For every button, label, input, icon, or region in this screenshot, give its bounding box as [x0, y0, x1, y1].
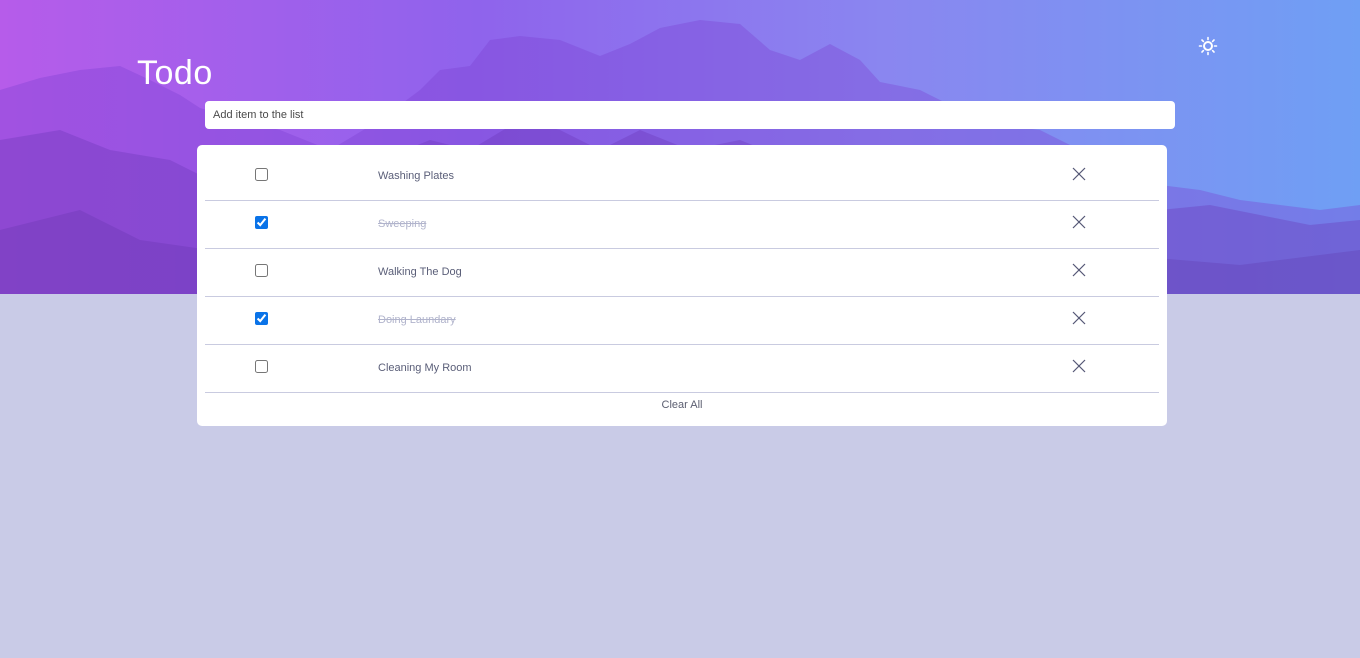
- todo-checkbox[interactable]: [255, 264, 268, 277]
- todo-item: Cleaning My Room: [205, 345, 1159, 393]
- delete-todo-button[interactable]: [1072, 215, 1086, 229]
- todo-item: Doing Laundary: [205, 297, 1159, 345]
- todo-label: Doing Laundary: [378, 314, 456, 326]
- todo-label: Cleaning My Room: [378, 362, 472, 374]
- todo-checkbox[interactable]: [255, 168, 268, 181]
- close-icon: [1072, 359, 1086, 373]
- todo-list: Washing Plates Sweeping Walking The Dog: [205, 153, 1159, 393]
- close-icon: [1072, 167, 1086, 181]
- delete-todo-button[interactable]: [1072, 263, 1086, 277]
- close-icon: [1072, 311, 1086, 325]
- todo-list-card: Washing Plates Sweeping Walking The Dog: [197, 145, 1167, 426]
- todo-label: Sweeping: [378, 218, 427, 230]
- todo-item: Walking The Dog: [205, 249, 1159, 297]
- todo-label: Walking The Dog: [378, 266, 462, 278]
- todo-checkbox[interactable]: [255, 312, 268, 325]
- close-icon: [1072, 215, 1086, 229]
- add-item-input[interactable]: [205, 101, 1175, 129]
- sun-icon: [1198, 36, 1218, 56]
- clear-all-button[interactable]: Clear All: [197, 398, 1167, 412]
- todo-checkbox[interactable]: [255, 216, 268, 229]
- todo-label: Washing Plates: [378, 170, 455, 182]
- todo-item: Sweeping: [205, 201, 1159, 249]
- delete-todo-button[interactable]: [1072, 167, 1086, 181]
- theme-toggle-button[interactable]: [1198, 36, 1218, 56]
- close-icon: [1072, 263, 1086, 277]
- app-title: Todo: [137, 53, 213, 92]
- delete-todo-button[interactable]: [1072, 359, 1086, 373]
- todo-item: Washing Plates: [205, 153, 1159, 201]
- todo-checkbox[interactable]: [255, 360, 268, 373]
- delete-todo-button[interactable]: [1072, 311, 1086, 325]
